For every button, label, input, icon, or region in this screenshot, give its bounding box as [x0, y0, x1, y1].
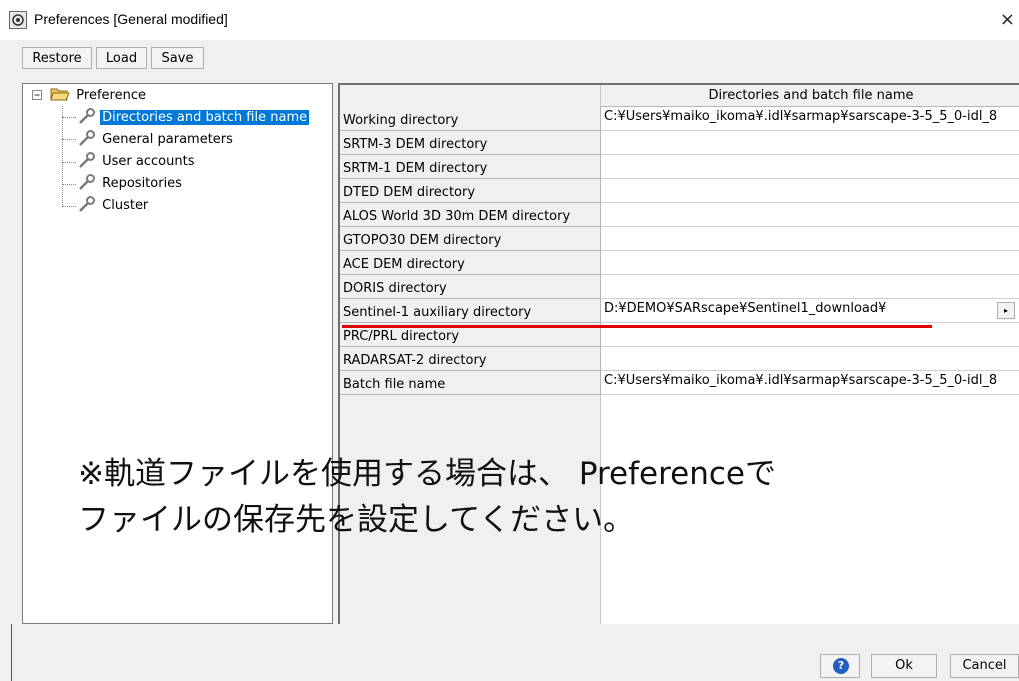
row-label-batch-file: Batch file name — [340, 371, 601, 395]
wrench-icon — [79, 130, 95, 146]
tree-connector — [62, 139, 76, 140]
value-radarsat2[interactable] — [601, 347, 1019, 371]
tree-connector — [62, 184, 76, 185]
row-label-dted: DTED DEM directory — [340, 179, 601, 203]
tree-connector — [62, 162, 76, 163]
value-sentinel1[interactable]: D:¥DEMO¥SARscape¥Sentinel1_download¥ ▸ — [601, 299, 1019, 323]
value-srtm3[interactable] — [601, 131, 1019, 155]
value-doris[interactable] — [601, 275, 1019, 299]
highlight-underline — [342, 325, 932, 328]
row-label-ace: ACE DEM directory — [340, 251, 601, 275]
browse-button[interactable]: ▸ — [997, 302, 1015, 319]
row-label-srtm1: SRTM-1 DEM directory — [340, 155, 601, 179]
value-batch-file[interactable]: C:¥Users¥maiko_ikoma¥.idl¥sarmap¥sarscap… — [601, 371, 1019, 395]
tree-connector — [62, 206, 76, 207]
wrench-icon — [79, 108, 95, 124]
row-label-gtopo30: GTOPO30 DEM directory — [340, 227, 601, 251]
tree-item-label: User accounts — [102, 154, 195, 169]
tree-item-directories[interactable]: Directories and batch file name — [78, 107, 310, 127]
value-srtm1[interactable] — [601, 155, 1019, 179]
wrench-icon — [79, 152, 95, 168]
value-dted[interactable] — [601, 179, 1019, 203]
value-working-directory[interactable]: C:¥Users¥maiko_ikoma¥.idl¥sarmap¥sarscap… — [601, 107, 1019, 131]
tree-item-label: Repositories — [102, 176, 182, 191]
tree-item-general-parameters[interactable]: General parameters — [78, 129, 235, 149]
folder-open-icon — [50, 88, 70, 101]
tree-connector — [62, 106, 63, 207]
row-label-radarsat2: RADARSAT-2 directory — [340, 347, 601, 371]
row-label-doris: DORIS directory — [340, 275, 601, 299]
ok-button[interactable]: Ok — [871, 654, 937, 678]
help-icon: ? — [833, 658, 849, 674]
directories-table: Directories and batch file name Working … — [338, 83, 1019, 624]
tree-item-repositories[interactable]: Repositories — [78, 173, 184, 193]
annotation-line-2: ファイルの保存先を設定してください。 — [78, 502, 635, 538]
value-gtopo30[interactable] — [601, 227, 1019, 251]
tree-item-cluster[interactable]: Cluster — [78, 195, 150, 215]
collapse-icon[interactable] — [32, 90, 43, 101]
divider — [11, 624, 12, 681]
save-button[interactable]: Save — [151, 47, 204, 69]
row-label-srtm3: SRTM-3 DEM directory — [340, 131, 601, 155]
column-header: Directories and batch file name — [601, 85, 1019, 107]
preference-tree: Preference Directories and batch file na… — [22, 83, 333, 624]
annotation-line-1: ※軌道ファイルを使用する場合は、 Preferenceで — [78, 456, 776, 492]
sentinel1-path: D:¥DEMO¥SARscape¥Sentinel1_download¥ — [604, 301, 887, 316]
value-ace[interactable] — [601, 251, 1019, 275]
tree-item-user-accounts[interactable]: User accounts — [78, 151, 196, 171]
tree-item-label: Cluster — [102, 198, 149, 213]
cancel-button[interactable]: Cancel — [950, 654, 1019, 678]
tree-connector — [62, 117, 76, 118]
footer — [0, 640, 1019, 681]
tree-root-label: Preference — [76, 88, 146, 103]
tree-item-label: Directories and batch file name — [100, 110, 310, 125]
load-button[interactable]: Load — [96, 47, 147, 69]
restore-button[interactable]: Restore — [22, 47, 92, 69]
tree-root-preference[interactable]: Preference — [32, 86, 148, 106]
close-icon[interactable]: × — [1000, 9, 1015, 30]
tree-item-label: General parameters — [102, 132, 233, 147]
row-label-alos: ALOS World 3D 30m DEM directory — [340, 203, 601, 227]
title-bar: Preferences [General modified] × — [0, 0, 1019, 40]
app-icon — [9, 11, 27, 29]
wrench-icon — [79, 174, 95, 190]
wrench-icon — [79, 196, 95, 212]
window-title: Preferences [General modified] — [34, 11, 228, 27]
row-label-sentinel1: Sentinel-1 auxiliary directory — [340, 299, 601, 323]
value-alos[interactable] — [601, 203, 1019, 227]
row-label-working-directory: Working directory — [340, 107, 601, 131]
help-button[interactable]: ? — [820, 654, 860, 678]
